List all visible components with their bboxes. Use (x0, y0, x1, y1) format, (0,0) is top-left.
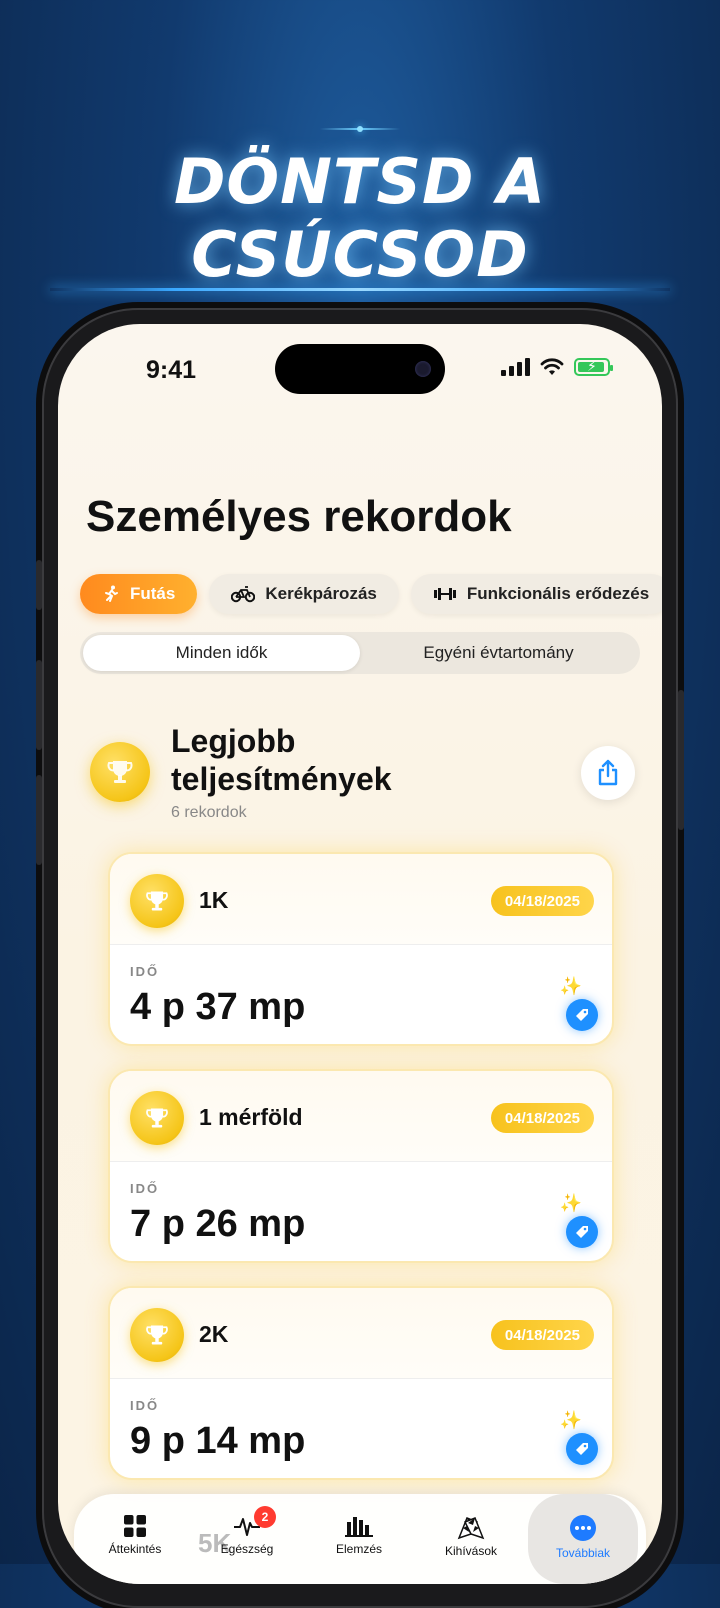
dumbbell-icon (433, 588, 456, 600)
record-label: IDŐ (130, 1398, 160, 1413)
nav-label: Áttekintés (108, 1542, 162, 1556)
nav-label: Továbbiak (555, 1546, 611, 1560)
share-button[interactable] (581, 746, 635, 800)
tag-icon (576, 1009, 588, 1021)
sparkle-icon: ✨ (559, 1193, 582, 1213)
bottom-tab-bar: 5K Áttekintés 2 Egészség Elemzés Kihívás… (74, 1494, 646, 1584)
nav-overview[interactable]: Áttekintés (80, 1494, 190, 1584)
tab-functional-strength[interactable]: Funkcionális erődezés (410, 574, 662, 614)
promo-headline: DÖNTSD A CSÚCSOD (173, 145, 547, 291)
camera-icon (415, 361, 431, 377)
record-distance: 1K (199, 887, 229, 913)
nav-label: Elemzés (335, 1542, 382, 1556)
cellular-signal-icon (501, 358, 530, 376)
record-label: IDŐ (130, 964, 160, 979)
tab-running[interactable]: Futás (80, 574, 198, 614)
record-count: 6 rekordok (171, 804, 247, 821)
tab-cycling[interactable]: Kerékpározás (209, 574, 399, 614)
bar-chart-icon (345, 1517, 373, 1537)
nav-label: Egészség (220, 1542, 274, 1556)
trophy-icon (130, 874, 184, 928)
more-icon (570, 1515, 596, 1541)
trophy-icon (90, 742, 150, 802)
trophy-icon (130, 1308, 184, 1362)
tag-icon (576, 1443, 588, 1455)
tag-button[interactable] (566, 1216, 598, 1248)
record-card[interactable]: 2K 04/18/2025 IDŐ 9 p 14 mp ✨ (108, 1286, 614, 1480)
tab-label: Futás (130, 584, 176, 603)
page-title: Személyes rekordok (86, 492, 512, 541)
segment-all-time[interactable]: Minden idők (83, 635, 360, 671)
record-time: 7 p 26 mp (130, 1203, 306, 1245)
sparkle-icon: ✨ (559, 976, 582, 996)
notification-badge: 2 (254, 1506, 276, 1528)
trophy-icon (130, 1091, 184, 1145)
tab-label: Kerékpározás (265, 584, 377, 603)
record-label: IDŐ (130, 1181, 160, 1196)
nav-analysis[interactable]: Elemzés (304, 1494, 414, 1584)
time-range-segmented-control: Minden idők Egyéni évtartomány (80, 632, 640, 674)
record-distance: 1 mérföld (199, 1104, 303, 1130)
bicycle-icon (231, 586, 256, 603)
running-icon (105, 585, 118, 602)
record-card[interactable]: 1K 04/18/2025 IDŐ 4 p 37 mp ✨ (108, 852, 614, 1046)
sport-tabs: Futás Kerékpározás Funkcionális erődezés (80, 574, 662, 614)
nav-label: Kihívások (444, 1544, 498, 1558)
wifi-icon (540, 358, 564, 375)
record-date-badge: 04/18/2025 (490, 1103, 594, 1133)
grid-icon (124, 1515, 146, 1537)
record-card[interactable]: 1 mérföld 04/18/2025 IDŐ 7 p 26 mp ✨ (108, 1069, 614, 1263)
checkered-flags-icon (457, 1517, 485, 1540)
record-time: 4 p 37 mp (130, 986, 306, 1028)
record-date-badge: 04/18/2025 (490, 1320, 594, 1350)
headline-glow-line (50, 288, 670, 291)
volume-up-button (36, 660, 42, 750)
section-title: Legjobb teljesítmények (171, 723, 392, 797)
record-distance: 2K (199, 1321, 229, 1347)
tag-button[interactable] (566, 1433, 598, 1465)
nav-health[interactable]: 2 Egészség (192, 1494, 302, 1584)
headline-decoration-dot (357, 126, 363, 132)
tab-label: Funkcionális erődezés (466, 584, 650, 603)
sparkle-icon: ✨ (559, 1410, 582, 1430)
power-button (678, 690, 684, 830)
battery-icon: ⚡ (574, 358, 613, 376)
best-performances-header: Legjobb teljesítmények 6 rekordok (90, 720, 635, 830)
record-time: 9 p 14 mp (130, 1420, 306, 1462)
tag-icon (576, 1226, 588, 1238)
record-date-badge: 04/18/2025 (490, 886, 594, 916)
segment-custom-year-range[interactable]: Egyéni évtartomány (360, 635, 637, 671)
nav-challenges[interactable]: Kihívások (416, 1494, 526, 1584)
dynamic-island (275, 344, 445, 394)
tag-button[interactable] (566, 999, 598, 1031)
app-screen: 9:41 ⚡ Személyes rekordok Futás Kerékpár… (58, 324, 662, 1584)
status-time: 9:41 (146, 356, 197, 384)
volume-down-button (36, 775, 42, 865)
status-icons: ⚡ (501, 358, 613, 376)
mute-switch (36, 560, 42, 610)
nav-more[interactable]: Továbbiak (528, 1494, 638, 1584)
share-icon (598, 759, 618, 786)
